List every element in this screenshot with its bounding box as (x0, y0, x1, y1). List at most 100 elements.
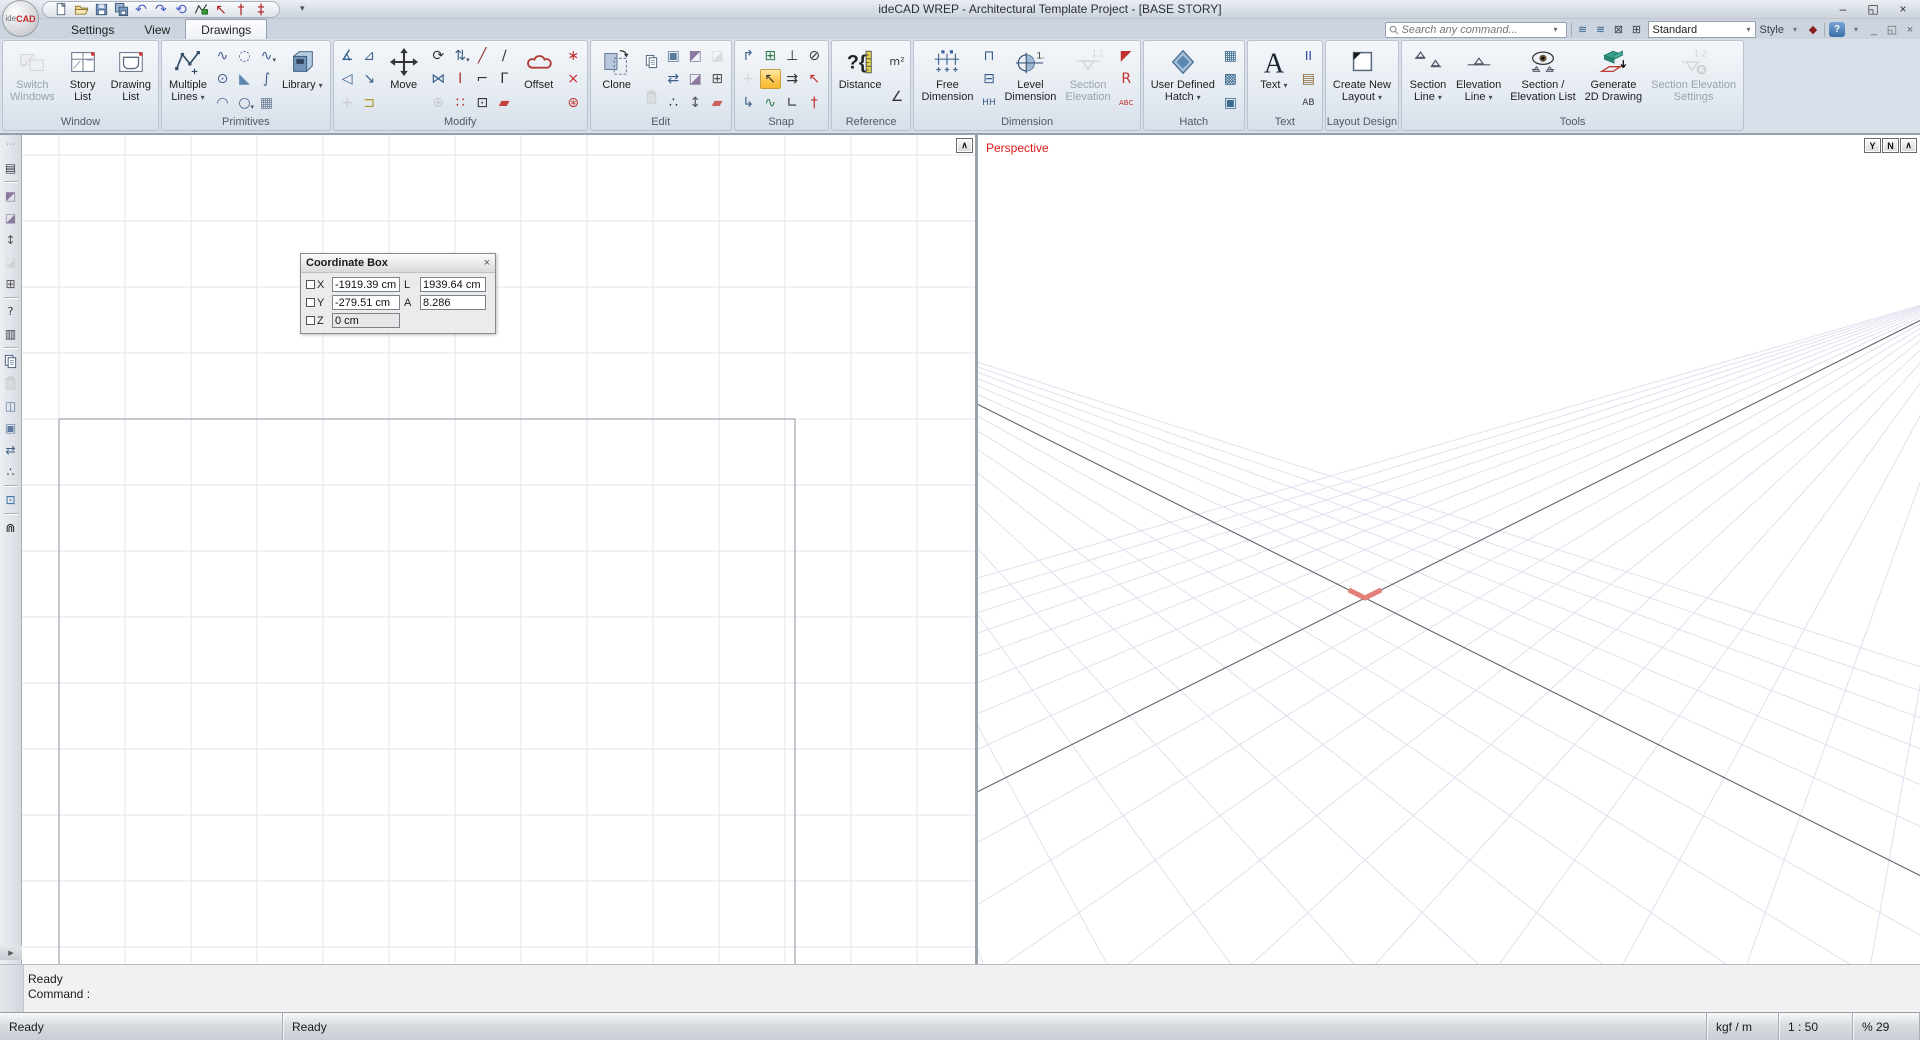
x-coordinate-field[interactable] (332, 277, 400, 292)
undo-icon[interactable]: ↶ (133, 2, 149, 17)
endpoint-snap-icon[interactable]: † (804, 93, 825, 113)
user-defined-hatch-button[interactable]: User DefinedHatch ▾ (1147, 43, 1219, 116)
area-icon[interactable]: m² (886, 52, 907, 72)
point-array-icon[interactable]: ∴ (663, 93, 684, 113)
report-document-icon[interactable]: ▥ (2, 325, 20, 342)
turn-snap-icon[interactable]: ↱ (738, 46, 759, 66)
z-coordinate-field[interactable] (332, 313, 400, 328)
revert-view-icon[interactable]: ⟲ (173, 2, 189, 17)
radius-dimension-icon[interactable]: R (1116, 69, 1137, 89)
text-style-icon[interactable]: AB (1298, 93, 1319, 113)
layer-lock-icon[interactable]: ⊞ (1630, 22, 1644, 38)
find-icon[interactable]: ⋒ (2, 519, 20, 536)
eraser-pen-icon[interactable]: ▰ (494, 93, 515, 113)
mdi-close-button[interactable]: × (1903, 22, 1917, 38)
explode-icon[interactable]: ⊛ (563, 93, 584, 113)
copy-icon[interactable] (641, 52, 662, 72)
polyline-snap-lock-icon[interactable]: ∿ (760, 93, 781, 113)
new-document-icon[interactable] (53, 2, 69, 17)
mdi-restore-button[interactable]: ◱ (1885, 22, 1899, 38)
search-input[interactable] (1402, 24, 1546, 36)
pane-maximize-button[interactable]: ∧ (956, 138, 973, 153)
view-filter-button[interactable]: Y (1864, 138, 1881, 153)
z-lock-checkbox[interactable]: Z (306, 315, 328, 327)
solid-fill-icon[interactable]: ▩ (1220, 69, 1241, 89)
command-prompt[interactable]: Command : (28, 987, 90, 1002)
text-button[interactable]: AText ▾ (1251, 43, 1297, 116)
restore-button[interactable]: ◱ (1858, 0, 1888, 17)
sidebar-collapse-icon[interactable]: ▶ (0, 946, 22, 960)
copy-tool-icon[interactable] (2, 353, 20, 370)
close-icon[interactable]: × (484, 257, 490, 269)
stretch-selection-icon[interactable]: ↕ (685, 93, 706, 113)
move-button[interactable]: Move (381, 43, 427, 116)
drawing-list-button[interactable]: DrawingList (107, 43, 155, 116)
offset-button[interactable]: Offset (516, 43, 562, 116)
free-dimension-button[interactable]: FreeDimension (917, 43, 977, 116)
y-lock-checkbox[interactable]: Y (306, 297, 328, 309)
generate-2d-drawing-button[interactable]: Generate2D Drawing (1581, 43, 1646, 116)
freehand-line-icon[interactable]: ∿▾ (256, 46, 277, 66)
snap-dimension-icon[interactable]: ‡ (253, 2, 269, 17)
text-leader-icon[interactable]: ABC (1116, 93, 1137, 113)
match-properties-icon[interactable]: ↘ (359, 69, 380, 89)
perspective-pane-3d[interactable]: Perspective YN∧ (978, 135, 1920, 964)
pane-maximize-button[interactable]: ∧ (1900, 138, 1917, 153)
angle-query-icon[interactable]: ∠ (886, 87, 907, 107)
perpendicular-snap-icon[interactable]: ⊥ (782, 46, 803, 66)
chain-dimension-icon[interactable]: ⊓ (978, 46, 999, 66)
polyline-lock-icon[interactable] (193, 2, 209, 17)
redo-icon[interactable]: ↷ (153, 2, 169, 17)
group-tool-icon[interactable]: ▣ (2, 419, 20, 436)
coordinate-box-titlebar[interactable]: Coordinate Box × (301, 254, 495, 273)
rectangle-edit-icon[interactable]: ⊡ (472, 93, 493, 113)
layers-icon[interactable]: ⊡ (2, 491, 20, 508)
flip-icon[interactable]: ⇄ (663, 69, 684, 89)
help-button[interactable]: ? (1829, 22, 1845, 37)
filled-triangle-icon[interactable]: ◣ (234, 69, 255, 89)
cursor-snap-icon[interactable]: ↳ (738, 93, 759, 113)
spline-icon[interactable]: ∫ (256, 69, 277, 89)
mdi-minimize-button[interactable]: _ (1867, 22, 1881, 38)
array-tool-icon[interactable]: ∴ (2, 463, 20, 480)
angular-dimension-icon[interactable]: ∡ (337, 46, 358, 66)
clone-button[interactable]: Clone (594, 43, 640, 116)
angle-field[interactable] (420, 295, 486, 310)
revision-cloud-icon[interactable]: ◌ (234, 46, 255, 66)
erase-selection-icon[interactable]: ▰ (707, 93, 728, 113)
help-dropdown-icon[interactable]: ▾ (1849, 22, 1863, 38)
snap-vertical-icon[interactable]: † (233, 2, 249, 17)
style-dropdown-icon[interactable]: ▾ (1788, 22, 1802, 38)
rotate-icon[interactable]: ⟳ (428, 46, 449, 66)
drag-stretch-icon[interactable]: ↕ (2, 231, 20, 248)
copy-selection-icon[interactable]: ◪ (685, 69, 706, 89)
trim-icon[interactable]: ╱ (472, 46, 493, 66)
multiple-lines-button[interactable]: MultipleLines ▾ (165, 43, 211, 116)
hatch-boundary-icon[interactable]: ▣ (1220, 93, 1241, 113)
chamfer-icon[interactable]: Γ (494, 69, 515, 89)
insert-image-icon[interactable]: ▦ (256, 93, 277, 113)
y-coordinate-field[interactable] (332, 295, 400, 310)
section-line-button[interactable]: SectionLine ▾ (1405, 43, 1451, 116)
nearest-snap-icon[interactable]: ↖ (804, 69, 825, 89)
section-elevation-list-button[interactable]: Section /Elevation List (1506, 43, 1579, 116)
grid-snap-lock-icon[interactable]: ⊞ (760, 46, 781, 66)
polyline-plus-icon[interactable]: ∿ (212, 46, 233, 66)
minimize-button[interactable]: – (1828, 0, 1858, 17)
fillet-icon[interactable]: ⌐ (472, 69, 493, 89)
tangent-icon[interactable]: ◁ (337, 69, 358, 89)
drawing-pane-2d[interactable]: ∧ (22, 135, 975, 964)
measure-icon[interactable]: ⊿ (359, 46, 380, 66)
library-button[interactable]: Library ▾ (278, 43, 327, 116)
import-text-icon[interactable]: ▤ (1298, 69, 1319, 89)
save-icon[interactable] (93, 2, 109, 17)
array-icon[interactable]: ∷ (450, 93, 471, 113)
baseline-dimension-icon[interactable]: ⊟ (978, 69, 999, 89)
layer-states-icon[interactable]: ≋ (1576, 22, 1590, 38)
command-search[interactable]: ▾ (1385, 22, 1567, 38)
elevation-line-button[interactable]: ElevationLine ▾ (1452, 43, 1505, 116)
tab-drawings[interactable]: Drawings (185, 19, 267, 39)
arc-icon[interactable]: ◠ (212, 93, 233, 113)
distance-tool-icon[interactable]: ? (2, 303, 20, 320)
snap-pointer-icon[interactable]: ↖ (213, 2, 229, 17)
